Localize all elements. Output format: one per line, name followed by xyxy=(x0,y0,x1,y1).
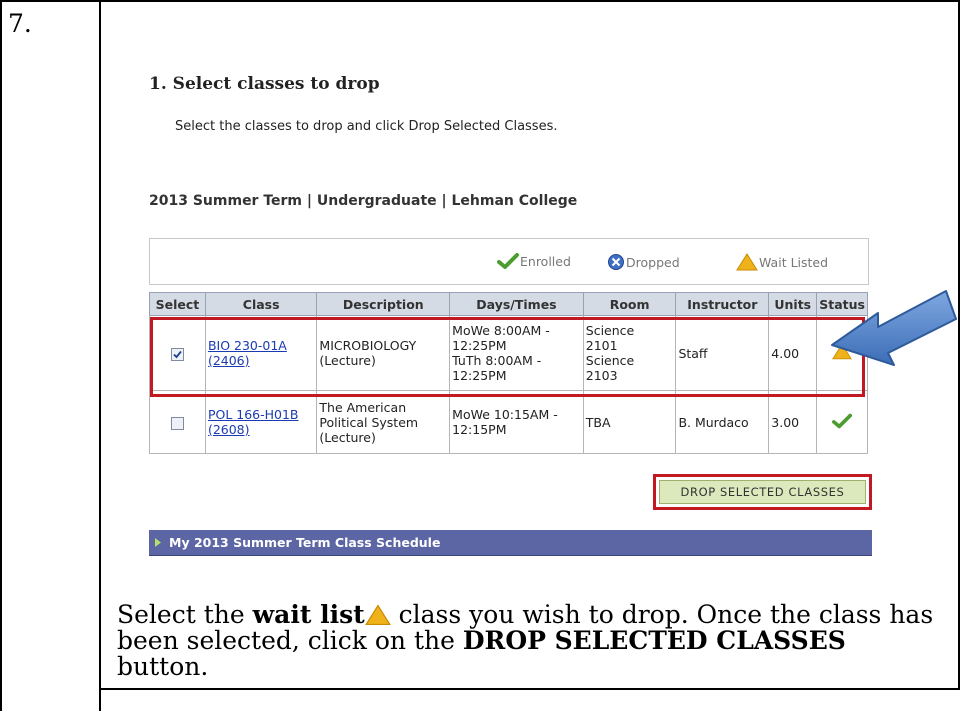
instructor-cell: Staff xyxy=(675,315,770,391)
table-bottom-border xyxy=(99,688,960,690)
legend-wait-listed: Wait Listed xyxy=(736,253,828,271)
class-cell: BIO 230-01A (2406) xyxy=(204,315,318,391)
class-schedule-label: My 2013 Summer Term Class Schedule xyxy=(169,535,441,550)
step-number: 7. xyxy=(8,9,32,38)
instructor-cell: B. Murdaco xyxy=(675,390,770,454)
status-legend: Enrolled Dropped Wait Listed xyxy=(149,238,869,285)
legend-wait-listed-label: Wait Listed xyxy=(759,254,829,270)
description-cell: MICROBIOLOGY (Lecture) xyxy=(316,315,451,391)
checkmark-icon xyxy=(173,350,182,358)
class-cell: POL 166-H01B (2608) xyxy=(204,390,318,454)
instruction-text: Select the classes to drop and click Dro… xyxy=(175,119,558,134)
section-title: 1. Select classes to drop xyxy=(149,74,380,94)
dropped-icon xyxy=(608,254,624,270)
room-cell: TBA xyxy=(582,390,677,454)
enrolled-icon xyxy=(832,413,853,428)
column-header: Select xyxy=(149,292,206,316)
enrolled-icon xyxy=(497,253,519,269)
select-cell xyxy=(149,390,206,454)
column-header: Days/Times xyxy=(449,292,584,316)
select-checkbox-bio230[interactable] xyxy=(170,347,184,361)
legend-dropped-label: Dropped xyxy=(626,254,680,270)
wait-listed-icon xyxy=(736,253,758,271)
expand-arrow-icon xyxy=(155,538,161,547)
table-row: BIO 230-01A (2406) MICROBIOLOGY (Lecture) … xyxy=(149,315,868,391)
room-cell: Science 2101 Science 2103 xyxy=(582,315,677,391)
legend-dropped: Dropped xyxy=(607,253,680,271)
column-header: Units xyxy=(768,292,818,316)
units-cell: 4.00 xyxy=(768,315,818,391)
drop-selected-classes-button[interactable]: Drop Selected Classes xyxy=(653,474,872,510)
table-left-border xyxy=(0,0,2,711)
class-schedule-bar[interactable]: My 2013 Summer Term Class Schedule xyxy=(149,530,872,556)
class-link-bio230[interactable]: BIO 230-01A (2406) xyxy=(208,338,287,368)
select-checkbox-pol166[interactable] xyxy=(170,416,184,430)
table-row: POL 166-H01B (2608) The American Political… xyxy=(149,390,868,454)
column-header: Class xyxy=(204,292,318,316)
table-column-divider xyxy=(99,0,101,711)
units-cell: 3.00 xyxy=(768,390,818,454)
table-top-border xyxy=(0,0,960,2)
table-header-row: Select Class Description Days/Times Room… xyxy=(149,292,868,316)
classes-table: Select Class Description Days/Times Room… xyxy=(149,292,868,454)
status-cell xyxy=(816,390,868,454)
legend-enrolled-label: Enrolled xyxy=(520,253,571,269)
wait-listed-icon xyxy=(364,604,391,626)
days-times-cell: MoWe 8:00AM -12:25PM TuTh 8:00AM -12:25P… xyxy=(449,315,584,391)
select-cell xyxy=(149,315,206,391)
class-link-pol166[interactable]: POL 166-H01B (2608) xyxy=(208,407,299,437)
instruction-paragraph: Select the wait list class you wish to d… xyxy=(117,600,934,681)
column-header: Room xyxy=(582,292,677,316)
description-cell: The American Political System (Lecture) xyxy=(316,390,451,454)
column-header: Description xyxy=(316,292,451,316)
column-header: Instructor xyxy=(675,292,770,316)
days-times-cell: MoWe 10:15AM -12:15PM xyxy=(449,390,584,454)
pointer-arrow-icon xyxy=(831,290,957,366)
drop-selected-classes-label: Drop Selected Classes xyxy=(659,480,866,504)
legend-enrolled: Enrolled xyxy=(497,253,571,269)
term-line: 2013 Summer Term | Undergraduate | Lehma… xyxy=(149,193,578,209)
